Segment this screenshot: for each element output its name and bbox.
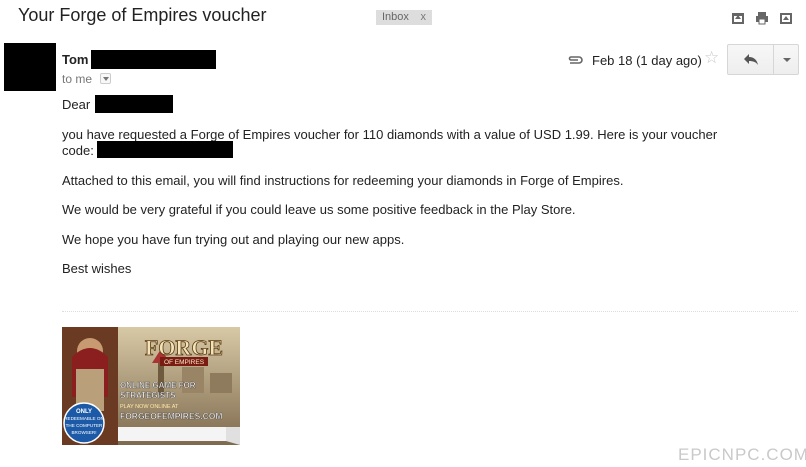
forge-of-empires-banner-image: FORGE OF EMPIRES ONLINE GAME FOR STRATEG… xyxy=(62,327,240,445)
sender-avatar-redacted xyxy=(4,43,56,91)
inbox-label-text: Inbox xyxy=(382,11,409,23)
signature-divider xyxy=(62,311,798,312)
attachment-icon xyxy=(568,56,583,64)
banner-logo-of-empires: OF EMPIRES xyxy=(164,359,205,366)
banner-badge-4: BROWSER! xyxy=(71,430,96,435)
body-line-1: you have requested a Forge of Empires vo… xyxy=(62,127,718,142)
to-me-details-icon[interactable] xyxy=(100,73,111,84)
redacted-recipient-name xyxy=(95,95,173,113)
remove-label-button[interactable]: x xyxy=(421,10,427,25)
banner-badge-1: ONLY xyxy=(76,409,92,415)
banner-logo-forge: FORGE xyxy=(145,335,223,360)
inbox-label-chip[interactable]: Inbox x xyxy=(376,10,432,25)
recipient-line: to me xyxy=(62,72,93,86)
banner-badge-3: THE COMPUTER xyxy=(66,423,103,428)
sender-name: Tom xyxy=(62,52,89,67)
redacted-sender-surname xyxy=(91,50,216,69)
banner-url: FORGEOFEMPIRES.COM xyxy=(120,411,222,421)
body-line-4: We would be very grateful if you could l… xyxy=(62,202,576,217)
banner-tagline-1: ONLINE GAME FOR xyxy=(120,381,196,390)
body-line-5: We hope you have fun trying out and play… xyxy=(62,232,405,247)
new-window-icon[interactable] xyxy=(731,11,745,25)
body-line-3: Attached to this email, you will find in… xyxy=(62,173,624,188)
reply-button[interactable] xyxy=(727,44,774,75)
banner-tagline-2: STRATEGISTS xyxy=(120,391,176,400)
redacted-voucher-code xyxy=(97,141,233,158)
more-options-icon[interactable] xyxy=(773,44,799,75)
epicnpc-watermark: EPICNPC.COM xyxy=(678,445,806,464)
greeting: Dear xyxy=(62,97,91,112)
archive-icon[interactable] xyxy=(779,11,793,25)
star-icon[interactable]: ☆ xyxy=(704,48,719,68)
email-subject: Your Forge of Empires voucher xyxy=(18,5,267,25)
signoff: Best wishes xyxy=(62,261,132,276)
forge-of-empires-banner-link[interactable]: FORGE OF EMPIRES ONLINE GAME FOR STRATEG… xyxy=(62,327,240,445)
banner-play-now: PLAY NOW ONLINE AT xyxy=(120,404,179,410)
body-line-2: code: xyxy=(62,143,94,158)
print-icon[interactable] xyxy=(755,11,769,25)
subject-bar: Your Forge of Empires voucher Inbox x xyxy=(0,0,806,36)
banner-badge-2: REDEEMABLE ON xyxy=(64,416,104,421)
email-date: Feb 18 (1 day ago) xyxy=(592,53,702,68)
reply-icon xyxy=(744,54,758,65)
